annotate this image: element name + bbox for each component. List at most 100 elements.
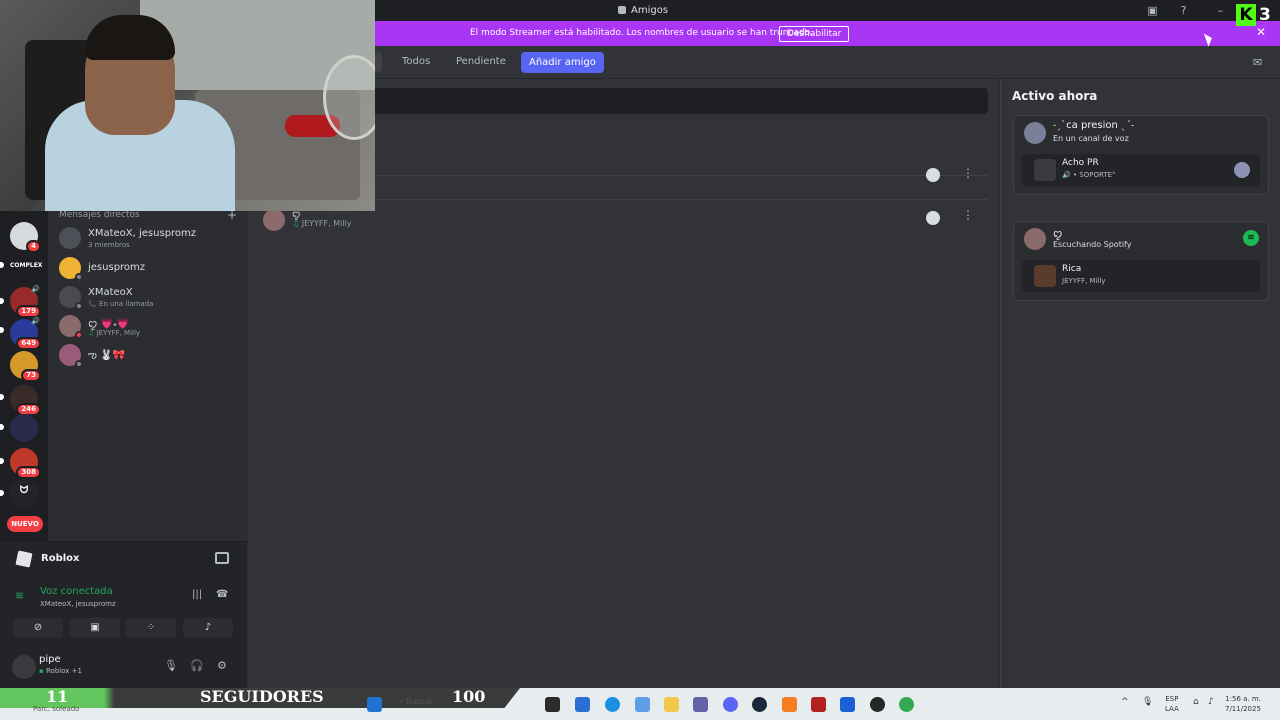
tab-pending[interactable]: Pendiente: [456, 56, 506, 67]
server-icon[interactable]: 🔊 179: [10, 285, 41, 318]
activities-button[interactable]: ⁘: [126, 618, 176, 638]
file-explorer-icon[interactable]: [664, 697, 679, 712]
weather-text[interactable]: Parc. soleado: [33, 705, 79, 713]
add-friend-button[interactable]: Añadir amigo: [521, 52, 604, 73]
dm-sub: 📞 En una llamada: [88, 300, 154, 308]
more-icon[interactable]: ⋮: [962, 208, 974, 222]
network-icon[interactable]: ⌂: [1193, 697, 1199, 707]
camera-off-icon: ⊘: [33, 622, 43, 633]
signal-icon[interactable]: ≋: [15, 589, 24, 602]
spotify-icon: ≋: [1243, 230, 1259, 246]
message-icon[interactable]: [926, 211, 940, 225]
server-icon[interactable]: 246: [10, 385, 41, 416]
obs-icon[interactable]: [870, 697, 885, 712]
dm-name: XMateoX, jesuspromz: [88, 228, 197, 239]
banner-message: El modo Streamer está habilitado. Los no…: [470, 28, 813, 38]
dm-item[interactable]: ꨄ 💗˖💗 ♫ JEYYFF, Milly: [59, 313, 239, 341]
activity-status: En un canal de voz: [1053, 134, 1129, 143]
friends-toolbar: Todos Pendiente Añadir amigo ✉: [375, 46, 1280, 79]
unread-indicator: [0, 262, 4, 268]
clock[interactable]: 1:56 a. m. 7/11/2025: [1225, 694, 1261, 714]
start-icon[interactable]: [367, 697, 382, 712]
tray-chevron-icon[interactable]: ^: [1121, 697, 1129, 707]
server-icon[interactable]: [10, 414, 38, 442]
activity-card[interactable]: ꨄ Escuchando Spotify ≋ Rica JEYYFF, Mill…: [1013, 221, 1269, 301]
activity-user: ꨄ: [1053, 229, 1063, 240]
steam-icon[interactable]: [752, 697, 767, 712]
username: pipe: [39, 654, 61, 665]
user-info[interactable]: pipe ▪ Roblox +1 🎙 🎧 ⚙: [10, 651, 240, 683]
dm-item[interactable]: jesuspromz: [59, 255, 239, 283]
tab-online-partial[interactable]: [375, 52, 382, 72]
app-icon[interactable]: [575, 697, 590, 712]
disable-streamer-button[interactable]: Deshabilitar: [779, 26, 850, 42]
stream-game-icon[interactable]: [215, 552, 229, 564]
chrome-icon[interactable]: [899, 697, 914, 712]
soundboard-icon: ♪: [204, 622, 212, 633]
dm-name: ఌ 🐰🎀: [88, 350, 125, 361]
server-icon[interactable]: ᗢ: [10, 479, 38, 507]
help-icon[interactable]: ?: [1177, 4, 1190, 17]
friend-activity: ♫ JEYYFF, Milly: [292, 219, 352, 228]
more-icon[interactable]: ⋮: [962, 166, 974, 180]
voice-channel-name: 🔊 • SOPORTE°: [1062, 171, 1116, 179]
discord-window: Amigos ▣ ? – K 3 El modo Streamer está h…: [0, 0, 1280, 720]
app-icon[interactable]: [782, 697, 797, 712]
tab-all[interactable]: Todos: [402, 56, 430, 67]
headphones-icon[interactable]: 🎧: [190, 659, 204, 672]
screen-share-button[interactable]: ▣: [70, 618, 120, 638]
unread-indicator: [0, 327, 4, 333]
new-badge[interactable]: NUEVO: [7, 516, 43, 532]
active-now-header: Activo ahora: [1012, 89, 1098, 103]
server-icon[interactable]: 308: [10, 448, 41, 479]
minimize-icon[interactable]: –: [1214, 4, 1227, 17]
status-indicator: [75, 302, 83, 310]
camera-button[interactable]: ⊘: [13, 618, 63, 638]
dm-item[interactable]: XMateoX 📞 En una llamada: [59, 284, 239, 312]
app-icon[interactable]: [840, 697, 855, 712]
followers-label: SEGUIDORES: [200, 687, 324, 706]
microphone-icon[interactable]: 🎙: [164, 659, 178, 672]
current-game: Roblox: [15, 550, 235, 568]
server-icon[interactable]: 🔊 649: [10, 317, 41, 350]
voice-connection: ≋ Voz conectada XMateoX, jesuspromz ||| …: [15, 584, 235, 610]
discord-icon[interactable]: [723, 697, 738, 712]
kick-count: 3: [1259, 5, 1271, 25]
avatar: [1024, 228, 1046, 250]
disconnect-icon[interactable]: ☎: [216, 589, 228, 600]
kick-overlay: K 3: [1236, 4, 1278, 28]
dm-item[interactable]: ఌ 🐰🎀: [59, 342, 239, 370]
taskbar-search[interactable]: ⌕ Buscar: [399, 697, 433, 707]
server-icon[interactable]: 73: [10, 351, 41, 382]
edge-icon[interactable]: [605, 697, 620, 712]
activity-card[interactable]: ˗ˏˋca presion ˎˊ˗ En un canal de voz Ach…: [1013, 115, 1269, 195]
volume-icon[interactable]: ♪: [1208, 697, 1214, 707]
server-icon[interactable]: 4: [10, 222, 41, 253]
soundboard-button[interactable]: ♪: [183, 618, 233, 638]
webcam-overlay: [0, 0, 375, 211]
copilot-icon[interactable]: [635, 697, 650, 712]
album-art: [1034, 265, 1056, 287]
teams-icon[interactable]: [693, 697, 708, 712]
task-view-icon[interactable]: [545, 697, 560, 712]
new-group-dm-icon[interactable]: ✉: [1253, 56, 1262, 69]
tray-mic-icon[interactable]: 🎙: [1142, 697, 1153, 707]
activity-card-header: ˗ˏˋca presion ˎˊ˗ En un canal de voz: [1014, 116, 1268, 150]
language-indicator[interactable]: ESP LAA: [1165, 694, 1179, 714]
server-icon[interactable]: COMPLEX: [10, 253, 42, 281]
windows-taskbar: 11 SEGUIDORES 100 Parc. soleado ⌕ Buscar…: [0, 688, 1280, 720]
activities-icon: ⁘: [146, 622, 156, 633]
inbox-icon[interactable]: ▣: [1146, 4, 1159, 17]
message-icon[interactable]: [926, 168, 940, 182]
spotify-track-card[interactable]: Rica JEYYFF, Milly: [1022, 260, 1260, 292]
voice-status[interactable]: Voz conectada: [40, 586, 113, 597]
avatar: [1234, 162, 1250, 178]
dm-item[interactable]: XMateoX, jesuspromz 3 miembros: [59, 225, 239, 253]
unread-indicator: [0, 490, 4, 496]
speaker-icon: 🔊: [31, 317, 40, 325]
noise-suppression-icon[interactable]: |||: [192, 589, 202, 600]
voice-channel-card[interactable]: Acho PR 🔊 • SOPORTE°: [1022, 154, 1260, 186]
dm-sub: 3 miembros: [88, 241, 130, 249]
settings-gear-icon[interactable]: ⚙: [217, 659, 227, 672]
app-icon[interactable]: [811, 697, 826, 712]
